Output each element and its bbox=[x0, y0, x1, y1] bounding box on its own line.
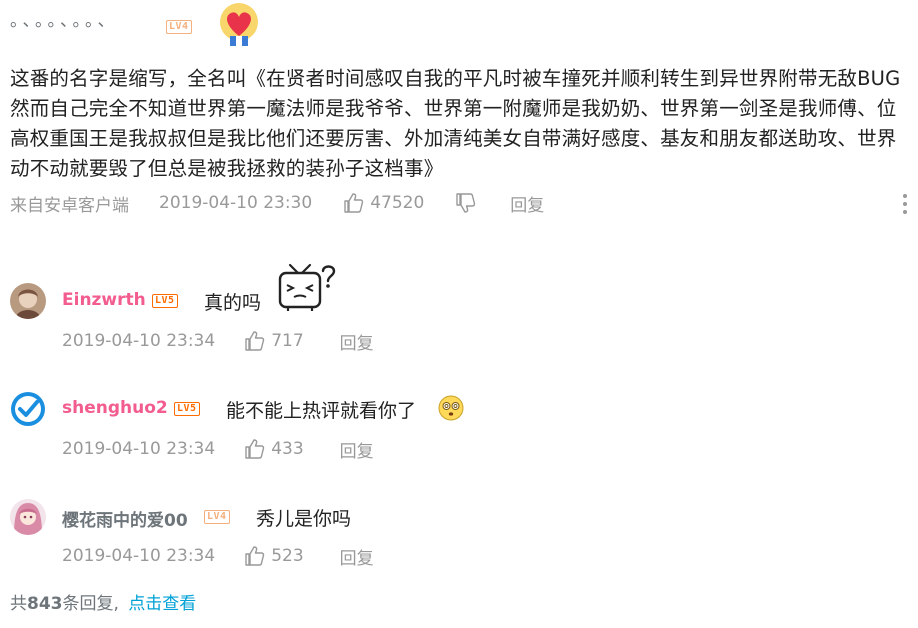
reply-meta-row: 2019-04-10 23:34 523 回复 bbox=[62, 543, 374, 569]
reply-avatar[interactable] bbox=[10, 499, 46, 535]
reply-username[interactable]: 樱花雨中的爱00 bbox=[62, 506, 188, 531]
thumbs-down-icon[interactable] bbox=[454, 192, 476, 214]
reply-count-prefix: 共 bbox=[10, 594, 27, 614]
reply-text: 能不能上热评就看你了 bbox=[226, 400, 417, 422]
reply-level-badge: LV4 bbox=[204, 510, 230, 524]
reply-time: 2019-04-10 23:34 bbox=[62, 546, 216, 566]
reply-text: 真的吗 bbox=[204, 292, 262, 314]
more-options-icon[interactable] bbox=[900, 192, 910, 216]
user-avatar-icon bbox=[10, 283, 46, 319]
reply-text: 秀儿是你吗 bbox=[256, 508, 352, 530]
root-like-count: 47520 bbox=[370, 193, 425, 213]
reply-username[interactable]: Einzwrth bbox=[62, 290, 146, 310]
reply-avatar[interactable] bbox=[10, 391, 46, 427]
heart-badge-icon bbox=[220, 3, 258, 46]
reply-meta-row: 2019-04-10 23:34 717 回复 bbox=[62, 328, 374, 354]
dizzy-face-emoji bbox=[438, 395, 464, 421]
reply-reply-button[interactable]: 回复 bbox=[340, 437, 374, 462]
root-level-badge: LV4 bbox=[166, 20, 192, 34]
reply-count-suffix: 条回复, bbox=[62, 594, 119, 614]
reply-avatar[interactable] bbox=[10, 283, 46, 319]
thumbs-up-icon[interactable] bbox=[243, 545, 265, 567]
reply-like-count: 523 bbox=[271, 546, 304, 566]
root-comment-text: 这番的名字是缩写，全名叫《在贤者时间感叹自我的平凡时被车撞死并顺利转生到异世界附… bbox=[10, 67, 901, 180]
reply-like-count: 717 bbox=[271, 331, 304, 351]
reply-reply-button[interactable]: 回复 bbox=[340, 329, 374, 354]
check-shield-avatar-icon bbox=[11, 392, 45, 426]
view-replies-link[interactable]: 点击查看 bbox=[128, 594, 196, 614]
reply-time: 2019-04-10 23:34 bbox=[62, 439, 216, 459]
reply-count-number: 843 bbox=[27, 594, 63, 614]
root-source: 来自安卓客户端 bbox=[10, 195, 129, 216]
root-time: 2019-04-10 23:30 bbox=[159, 193, 313, 213]
reply-like-count: 433 bbox=[271, 439, 304, 459]
root-avatar[interactable] bbox=[218, 2, 260, 48]
root-meta-row: 来自安卓客户端 2019-04-10 23:30 47520 回复 bbox=[10, 190, 544, 216]
reply-level-badge: LV5 bbox=[152, 294, 178, 308]
reply-username[interactable]: shenghuo2 bbox=[62, 398, 168, 418]
tv-question-emoji bbox=[276, 261, 340, 317]
thumbs-up-icon[interactable] bbox=[243, 330, 265, 352]
root-username[interactable]: 。、。。、。。、 bbox=[10, 6, 119, 31]
thumbs-up-icon[interactable] bbox=[342, 192, 364, 214]
reply-level-badge: LV5 bbox=[174, 402, 200, 416]
root-reply-button[interactable]: 回复 bbox=[510, 191, 544, 216]
reply-count-footer: 共843条回复, 点击查看 bbox=[10, 589, 196, 614]
thumbs-up-icon[interactable] bbox=[243, 438, 265, 460]
reply-reply-button[interactable]: 回复 bbox=[340, 544, 374, 569]
reply-time: 2019-04-10 23:34 bbox=[62, 331, 216, 351]
reply-meta-row: 2019-04-10 23:34 433 回复 bbox=[62, 436, 374, 462]
anime-girl-avatar-icon bbox=[10, 499, 46, 535]
